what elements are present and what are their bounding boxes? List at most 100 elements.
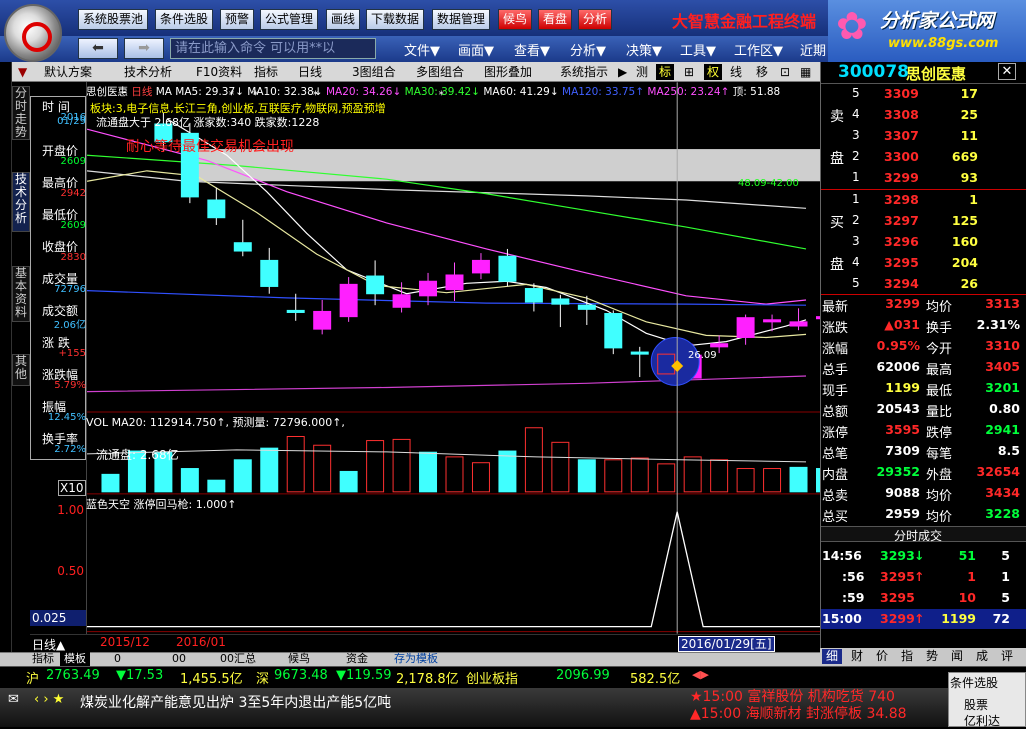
download-data-button[interactable]: 下载数据 bbox=[366, 9, 425, 30]
close-icon[interactable]: ✕ bbox=[998, 63, 1016, 80]
command-input[interactable]: 请在此输入命令 可以用**以 bbox=[170, 38, 376, 59]
sell-price[interactable]: 3300 bbox=[884, 149, 919, 164]
info-value: 5.79% bbox=[54, 380, 86, 391]
tab-intraday[interactable]: 分时走势 bbox=[12, 86, 30, 140]
toolbar-default-scheme[interactable]: 默认方案 bbox=[44, 64, 92, 80]
menu-workspace[interactable]: 工作区▼ bbox=[734, 40, 783, 59]
toolbar-move[interactable]: 移 bbox=[756, 64, 768, 80]
migrant-bird-button[interactable]: 候鸟 bbox=[498, 9, 533, 30]
candle-body bbox=[630, 351, 649, 355]
ticks-title[interactable]: 分时成交 bbox=[894, 527, 942, 544]
buy-price[interactable]: 3297 bbox=[884, 213, 919, 228]
menu-tools[interactable]: 工具▼ bbox=[680, 40, 716, 59]
stat-label: 涨停 bbox=[822, 426, 849, 441]
forward-arrow-icon[interactable]: ➡ bbox=[124, 38, 164, 59]
app-logo-icon[interactable] bbox=[4, 4, 62, 62]
tab-tech-analysis[interactable]: 技术分析 bbox=[12, 172, 30, 232]
index-arrow-icon[interactable]: ◀▶ bbox=[692, 668, 709, 681]
toolbar-crosshair-icon[interactable]: ⊞ bbox=[684, 64, 694, 80]
btab-save-template[interactable]: 存为模板 bbox=[390, 652, 442, 666]
toolbar-line[interactable]: 线 bbox=[730, 64, 742, 80]
formula-manage-button[interactable]: 公式管理 bbox=[260, 9, 319, 30]
toolbar-daily[interactable]: 日线 bbox=[298, 64, 322, 80]
menu-file[interactable]: 文件▼ bbox=[404, 40, 440, 59]
menu-decision[interactable]: 决策▼ bbox=[626, 40, 662, 59]
buy-price[interactable]: 3294 bbox=[884, 276, 919, 291]
quote-foot-tab[interactable]: 价 bbox=[872, 649, 892, 664]
candle-body bbox=[524, 288, 543, 303]
sell-price[interactable]: 3307 bbox=[884, 128, 919, 143]
date-label-jan: 2016/01 bbox=[176, 635, 226, 649]
toolbar-f10[interactable]: F10资料 bbox=[196, 64, 242, 80]
toolbar-play-icon[interactable]: ▶ bbox=[618, 64, 627, 80]
alert-button[interactable]: 预警 bbox=[220, 9, 255, 30]
toolbar-grid-icon[interactable]: ▦ bbox=[800, 64, 811, 80]
quote-foot-tab[interactable]: 成 bbox=[972, 649, 992, 664]
toolbar-rights[interactable]: 权 bbox=[704, 64, 723, 80]
toolbar-indicator[interactable]: 指标 bbox=[254, 64, 278, 80]
toolbar-measure[interactable]: 测 bbox=[636, 64, 648, 80]
analysis-button[interactable]: 分析 bbox=[578, 9, 613, 30]
ma30-legend: MA30: 39.42↓ bbox=[404, 86, 480, 98]
sell-price[interactable]: 3299 bbox=[884, 170, 919, 185]
menu-view-screen[interactable]: 画面▼ bbox=[458, 40, 494, 59]
back-arrow-icon[interactable]: ⬅ bbox=[78, 38, 118, 59]
menu-recent[interactable]: 近期 bbox=[800, 40, 826, 59]
condition-select-item[interactable]: 股票 bbox=[964, 696, 988, 713]
btab-template[interactable]: 模板 bbox=[60, 652, 90, 666]
mail-icon[interactable]: ✉ bbox=[8, 692, 19, 707]
alert-line-2[interactable]: ▲15:00 海顺新材 封涨停板 34.88 bbox=[690, 703, 907, 723]
stat-label: 均价 bbox=[926, 489, 953, 504]
sell-price[interactable]: 3308 bbox=[884, 107, 919, 122]
btab-funds[interactable]: 资金 bbox=[342, 652, 372, 666]
toolbar-zoom-icon[interactable]: ⊡ bbox=[780, 64, 790, 80]
quote-foot-tab[interactable]: 评 bbox=[997, 649, 1017, 664]
quote-foot-tab[interactable]: 势 bbox=[922, 649, 942, 664]
menu-analysis[interactable]: 分析▼ bbox=[570, 40, 606, 59]
index-gem-name[interactable]: 创业板指 bbox=[466, 668, 518, 687]
btab-indicator[interactable]: 指标 bbox=[28, 652, 58, 666]
news-prev-next-icon[interactable]: ‹ › ★ bbox=[34, 692, 64, 707]
tick-time: :56 bbox=[842, 569, 865, 584]
news-headline[interactable]: 煤炭业化解产能意见出炉 3至5年内退出产能5亿吨 bbox=[80, 692, 391, 712]
ma60-legend: MA60: 41.29↓ bbox=[483, 86, 559, 98]
toolbar-multi-chart[interactable]: 多图组合 bbox=[416, 64, 464, 80]
info-value: 01/29 bbox=[57, 116, 86, 127]
volume-scale-label[interactable]: X10 bbox=[58, 480, 86, 496]
index-sz-name[interactable]: 深 bbox=[256, 668, 269, 687]
index-sh-name[interactable]: 沪 bbox=[26, 668, 39, 687]
menu-view[interactable]: 查看▼ bbox=[514, 40, 550, 59]
data-manage-button[interactable]: 数据管理 bbox=[432, 9, 491, 30]
tab-basic-info[interactable]: 基本资料 bbox=[12, 266, 30, 322]
btab-summary[interactable]: 00汇总 bbox=[216, 652, 260, 666]
quote-foot-tab[interactable]: 指 bbox=[897, 649, 917, 664]
condition-select-button[interactable]: 条件选股 bbox=[155, 9, 214, 30]
quote-foot-tab[interactable]: 财 bbox=[847, 649, 867, 664]
stat-value: 0.80 bbox=[989, 401, 1020, 416]
stock-pool-button[interactable]: 系统股票池 bbox=[78, 9, 149, 30]
buy-price[interactable]: 3296 bbox=[884, 234, 919, 249]
buy-price[interactable]: 3298 bbox=[884, 192, 919, 207]
index-sh-change: ▼17.53 bbox=[116, 668, 164, 683]
quote-foot-tab[interactable]: 闻 bbox=[947, 649, 967, 664]
kline-chart[interactable]: * * * * bbox=[86, 82, 820, 662]
buy-price[interactable]: 3295 bbox=[884, 255, 919, 270]
toolbar-overlay[interactable]: 图形叠加 bbox=[484, 64, 532, 80]
toolbar-system-indicator[interactable]: 系统指示 bbox=[560, 64, 608, 80]
btab-double-zero[interactable]: 00 bbox=[168, 652, 190, 666]
condition-select-title[interactable]: 条件选股 bbox=[950, 674, 998, 691]
tab-other[interactable]: 其他 bbox=[12, 354, 30, 386]
stat-label: 换手 bbox=[926, 321, 953, 336]
toolbar-3-chart[interactable]: 3图组合 bbox=[352, 64, 396, 80]
candle-body bbox=[392, 294, 411, 308]
watch-market-button[interactable]: 看盘 bbox=[538, 9, 573, 30]
sell-price[interactable]: 3309 bbox=[884, 86, 919, 101]
toolbar-tech-analysis[interactable]: 技术分析 bbox=[124, 64, 172, 80]
condition-select-item-2[interactable]: 亿利达 bbox=[964, 712, 1000, 729]
period-label[interactable]: 日线▲ bbox=[32, 636, 65, 653]
toolbar-mark[interactable]: 标 bbox=[656, 64, 675, 80]
quote-foot-tab[interactable]: 细 bbox=[822, 649, 842, 664]
draw-line-button[interactable]: 画线 bbox=[326, 9, 361, 30]
btab-migrant[interactable]: 候鸟 bbox=[284, 652, 314, 666]
btab-zero[interactable]: 0 bbox=[110, 652, 125, 666]
